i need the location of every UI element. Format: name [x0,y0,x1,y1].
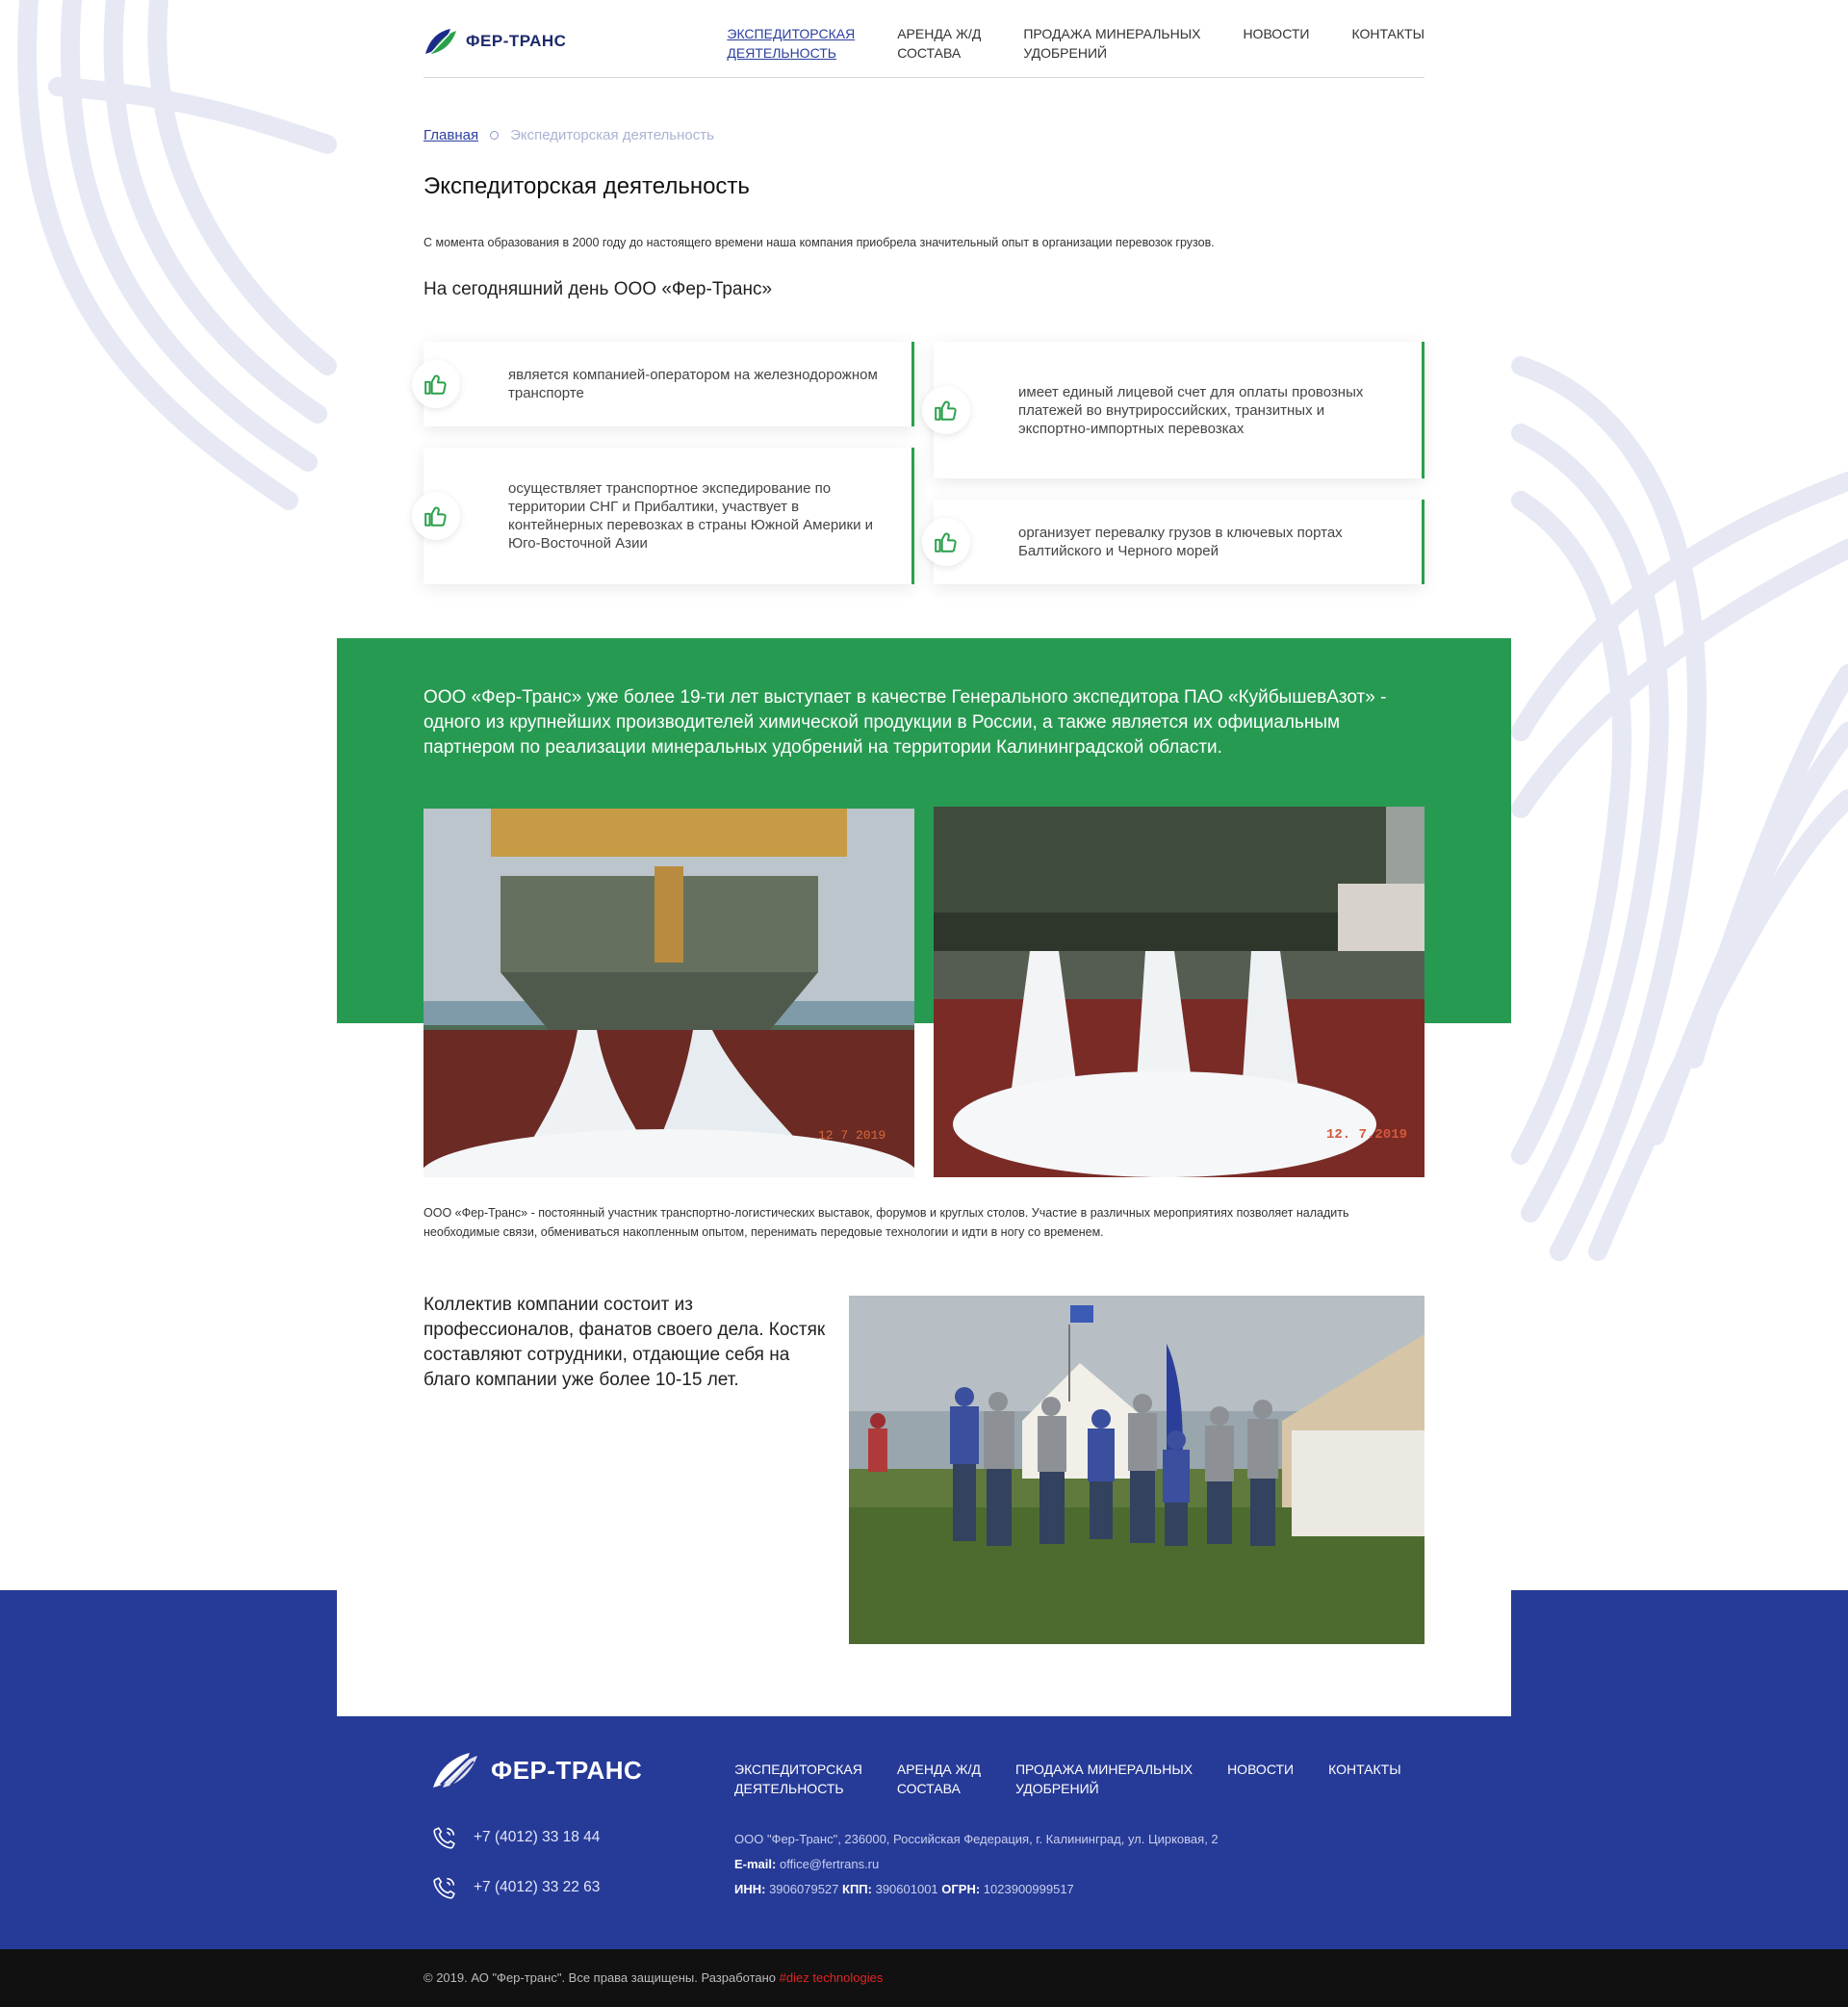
footer-nav-label-line: ПРОДАЖА МИНЕРАЛЬНЫХ [1014,1762,1194,1777]
footer-nav-label-line: КОНТАКТЫ [1328,1762,1401,1777]
site-footer: ФЕР-ТРАНС ЭКСПЕДИТОРСКАЯ ДЕЯТЕЛЬНОСТЬ АР… [424,1716,1424,1949]
copyright-text: © 2019. АО "Фер-транс". Все права защище… [424,1970,777,1985]
footer-nav-label-line: УДОБРЕНИЙ [1014,1781,1099,1796]
breadcrumb-home-link[interactable]: Главная [424,127,478,143]
feature-card: является компанией-оператором на железно… [412,342,914,426]
copyright: © 2019. АО "Фер-транс". Все права защище… [424,1970,883,1985]
feature-text: имеет единый лицевой счет для оплаты про… [1018,383,1364,437]
footer-nav-contacts[interactable]: КОНТАКТЫ [1328,1760,1401,1798]
nav-label-line: АРЕНДА Ж/Д [897,26,982,41]
photo-railcar-unloading-2: 12. 7.2019 [934,807,1424,1177]
footer-nav-fertilizer-sales[interactable]: ПРОДАЖА МИНЕРАЛЬНЫХ УДОБРЕНИЙ [1015,1760,1193,1798]
breadcrumb-current: Экспедиторская деятельность [510,127,714,143]
nav-label-line: КОНТАКТЫ [1351,26,1424,41]
thumbs-up-icon [922,386,970,434]
nav-item-news[interactable]: НОВОСТИ [1243,24,1309,63]
intro-text: С момента образования в 2000 году до нас… [424,236,1215,249]
page-title: Экспедиторская деятельность [424,173,750,199]
feature-text: организует перевалку грузов в ключевых п… [1018,525,1343,559]
footer-nav-label-line: ЭКСПЕДИТОРСКАЯ [734,1762,862,1777]
feature-text: осуществляет транспортное экспедирование… [508,480,874,552]
team-text: Коллектив компании состоит из профессион… [424,1295,826,1390]
thumbs-up-icon [922,518,970,566]
thumbs-up-icon [412,492,460,540]
nav-item-rail-rental[interactable]: АРЕНДА Ж/Д СОСТАВА [897,24,981,63]
footer-nav-forwarding[interactable]: ЭКСПЕДИТОРСКАЯ ДЕЯТЕЛЬНОСТЬ [734,1760,862,1798]
section-subtitle: На сегодняшний день ООО «Фер-Транс» [424,279,773,299]
thumbs-up-icon [412,360,460,408]
nav-item-fertilizer-sales[interactable]: ПРОДАЖА МИНЕРАЛЬНЫХ УДОБРЕНИЙ [1023,24,1200,63]
footer-requisites-row: ИНН: 3906079527 КПП: 390601001 ОГРН: 102… [734,1877,1219,1902]
footer-kpp-value: 390601001 [875,1882,938,1896]
footer-phone-2[interactable]: +7 (4012) 33 22 63 [431,1874,600,1901]
site-logo[interactable]: ФЕР-ТРАНС [424,29,566,54]
footer-nav-label-line: СОСТАВА [896,1781,961,1796]
nav-label-line: НОВОСТИ [1243,26,1310,41]
copyright-bar [0,1949,1848,2007]
nav-label-line: УДОБРЕНИЙ [1023,45,1108,61]
footer-nav-label-line: НОВОСТИ [1227,1762,1295,1777]
nav-label-line: ЭКСПЕДИТОРСКАЯ [727,26,856,41]
footer-email-link[interactable]: office@fertrans.ru [780,1857,879,1871]
footer-nav-label-line: АРЕНДА Ж/Д [896,1762,981,1777]
footer-address: ООО "Фер-Транс", 236000, Российская Феде… [734,1832,1219,1846]
site-header: ФЕР-ТРАНС ЭКСПЕДИТОРСКАЯ ДЕЯТЕЛЬНОСТЬ АР… [424,0,1424,78]
footer-inn-label: ИНН: [734,1882,766,1896]
phone-icon [433,1827,455,1849]
breadcrumb-separator-icon [490,131,500,140]
photo-team-exhibition [849,1296,1424,1644]
logo-text: ФЕР-ТРАНС [466,32,567,50]
logo-leaf-icon [433,1753,477,1788]
footer-phone-1[interactable]: +7 (4012) 33 18 44 [431,1824,600,1851]
feature-card: осуществляет транспортное экспедирование… [412,448,914,584]
footer-phone-number: +7 (4012) 33 22 63 [474,1879,601,1895]
main-nav: ЭКСПЕДИТОРСКАЯ ДЕЯТЕЛЬНОСТЬ АРЕНДА Ж/Д С… [727,24,1424,63]
nav-label-line: СОСТАВА [897,45,962,61]
photo-date-stamp: 12. 7.2019 [1326,1127,1407,1143]
logo-leaf-icon [425,29,456,54]
footer-email-row: E-mail: office@fertrans.ru [734,1852,1219,1877]
breadcrumb: Главная Экспедиторская деятельность [424,127,1424,143]
footer-phone-number: +7 (4012) 33 18 44 [474,1829,601,1845]
footer-nav-rail-rental[interactable]: АРЕНДА Ж/Д СОСТАВА [897,1760,981,1798]
developer-link[interactable]: #diez technologies [780,1970,884,1985]
nav-item-forwarding[interactable]: ЭКСПЕДИТОРСКАЯ ДЕЯТЕЛЬНОСТЬ [727,24,855,63]
footer-nav: ЭКСПЕДИТОРСКАЯ ДЕЯТЕЛЬНОСТЬ АРЕНДА Ж/Д С… [734,1760,1401,1798]
footer-company-details: ООО "Фер-Транс", 236000, Российская Феде… [734,1827,1219,1902]
footer-logo[interactable]: ФЕР-ТРАНС [431,1753,642,1788]
main-content: ФЕР-ТРАНС ЭКСПЕДИТОРСКАЯ ДЕЯТЕЛЬНОСТЬ АР… [337,0,1511,1716]
feature-card: организует перевалку грузов в ключевых п… [922,500,1424,584]
nav-item-contacts[interactable]: КОНТАКТЫ [1351,24,1424,63]
nav-label-line: ПРОДАЖА МИНЕРАЛЬНЫХ [1023,26,1201,41]
footer-logo-text: ФЕР-ТРАНС [491,1755,643,1785]
feature-card: имеет единый лицевой счет для оплаты про… [922,342,1424,478]
feature-text: является компанией-оператором на железно… [508,367,878,401]
footer-email-label: E-mail: [734,1857,777,1871]
footer-nav-news[interactable]: НОВОСТИ [1227,1760,1294,1798]
footer-ogrn-label: ОГРН: [941,1882,981,1896]
exhibitions-text: ООО «Фер-Транс» - постоянный участник тр… [424,1206,1349,1239]
footer-kpp-label: КПП: [842,1882,872,1896]
footer-ogrn-value: 1023900999517 [983,1882,1074,1896]
footer-nav-label-line: ДЕЯТЕЛЬНОСТЬ [734,1781,844,1796]
nav-label-line: ДЕЯТЕЛЬНОСТЬ [727,45,836,61]
footer-inn-value: 3906079527 [769,1882,839,1896]
partnership-text: ООО «Фер-Транс» уже более 19-ти лет выст… [424,687,1387,758]
photo-railcar-unloading-1: 12 7 2019 [424,809,914,1177]
photo-date-stamp: 12 7 2019 [818,1128,886,1143]
phone-icon [433,1877,455,1899]
